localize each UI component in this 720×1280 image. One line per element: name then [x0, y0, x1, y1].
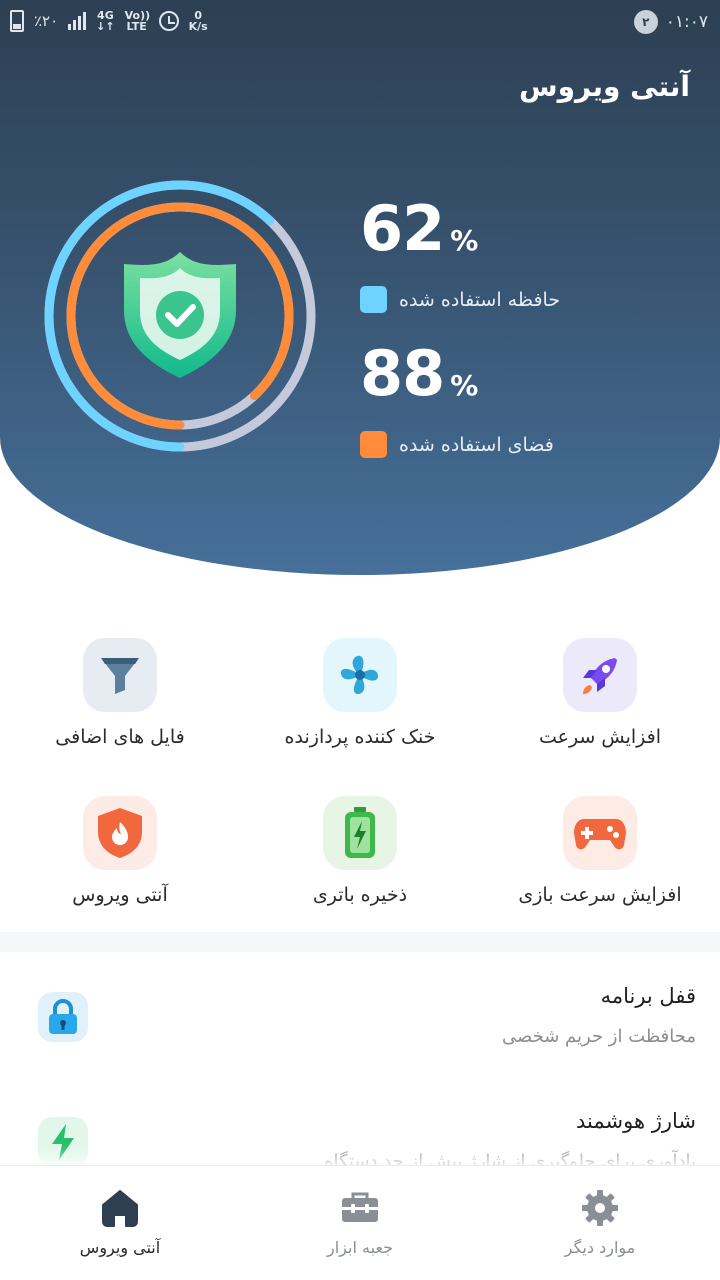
storage-legend-swatch	[360, 431, 387, 458]
tool-speed-boost[interactable]: افزایش سرعت	[480, 638, 720, 748]
tool-game-boost[interactable]: افزایش سرعت بازی	[480, 796, 720, 906]
signal-icon	[68, 12, 87, 30]
battery-icon	[323, 796, 397, 870]
usage-gauge	[44, 180, 316, 452]
battery-percent: ٪۲۰	[34, 12, 59, 30]
battery-status-icon	[10, 10, 24, 32]
tool-label: خنک کننده پردازنده	[284, 726, 436, 748]
volte-indicator: Vo)) LTE	[124, 9, 151, 33]
page-title: آنتی ویروس	[519, 70, 690, 103]
alarm-icon	[158, 11, 179, 31]
shield-check-icon	[124, 252, 236, 378]
nav-antivirus[interactable]: آنتی ویروس	[0, 1166, 240, 1280]
gear-icon	[580, 1188, 620, 1228]
tools-grid: افزایش سرعت خنک کننده پردازنده فایل های …	[0, 630, 720, 930]
toolbox-icon	[340, 1188, 380, 1228]
nav-label: آنتی ویروس	[79, 1238, 161, 1257]
tool-label: ذخیره باتری	[312, 884, 408, 906]
rocket-icon	[563, 638, 637, 712]
memory-legend-swatch	[360, 286, 387, 313]
storage-value: 88%	[360, 337, 478, 410]
memory-label: حافظه استفاده شده	[399, 288, 561, 311]
memory-stat: 62% حافظه استفاده شده	[360, 198, 680, 313]
header-panel: ٪۲۰ 4G ↓↑ Vo)) LTE 0 K/s ۲ ۰۱:۰۷ آنتی ویرو…	[0, 0, 720, 575]
tool-label: فایل های اضافی	[55, 726, 185, 748]
tool-label: افزایش سرعت بازی	[518, 884, 682, 906]
lock-icon	[38, 992, 88, 1042]
fan-icon	[323, 638, 397, 712]
nav-label: جعبه ابزار	[327, 1238, 393, 1257]
tool-cpu-cooler[interactable]: خنک کننده پردازنده	[240, 638, 480, 748]
nav-toolbox[interactable]: جعبه ابزار	[240, 1166, 480, 1280]
network-speed: 0 K/s	[188, 9, 208, 33]
nav-more[interactable]: موارد دیگر	[480, 1166, 720, 1280]
home-icon	[100, 1188, 140, 1228]
gamepad-icon	[563, 796, 637, 870]
tool-label: آنتی ویروس	[72, 884, 168, 906]
list-item-app-lock[interactable]: قفل برنامه محافظت از حریم شخصی	[0, 960, 720, 1080]
tool-antivirus[interactable]: آنتی ویروس	[0, 796, 240, 906]
funnel-icon	[83, 638, 157, 712]
storage-stat: 88% فضای استفاده شده	[360, 343, 680, 458]
section-divider	[0, 932, 720, 952]
tool-junk-files[interactable]: فایل های اضافی	[0, 638, 240, 748]
list-item-title: قفل برنامه	[600, 984, 696, 1008]
memory-value: 62%	[360, 192, 478, 265]
bottom-navigation: موارد دیگر جعبه ابزار آنتی ویروس	[0, 1165, 720, 1280]
list-item-subtitle: محافظت از حریم شخصی	[501, 1026, 696, 1047]
network-type: 4G ↓↑	[96, 9, 115, 33]
notification-badge: ۲	[633, 10, 658, 34]
bolt-icon	[38, 1117, 88, 1167]
tool-battery-saver[interactable]: ذخیره باتری	[240, 796, 480, 906]
tool-label: افزایش سرعت	[538, 726, 662, 748]
status-bar: ٪۲۰ 4G ↓↑ Vo)) LTE 0 K/s ۲ ۰۱:۰۷	[0, 0, 720, 44]
shield-icon	[83, 796, 157, 870]
nav-label: موارد دیگر	[564, 1238, 636, 1257]
clock: ۰۱:۰۷	[665, 12, 708, 32]
list-item-title: شارژ هوشمند	[576, 1109, 696, 1133]
storage-label: فضای استفاده شده	[399, 433, 554, 456]
